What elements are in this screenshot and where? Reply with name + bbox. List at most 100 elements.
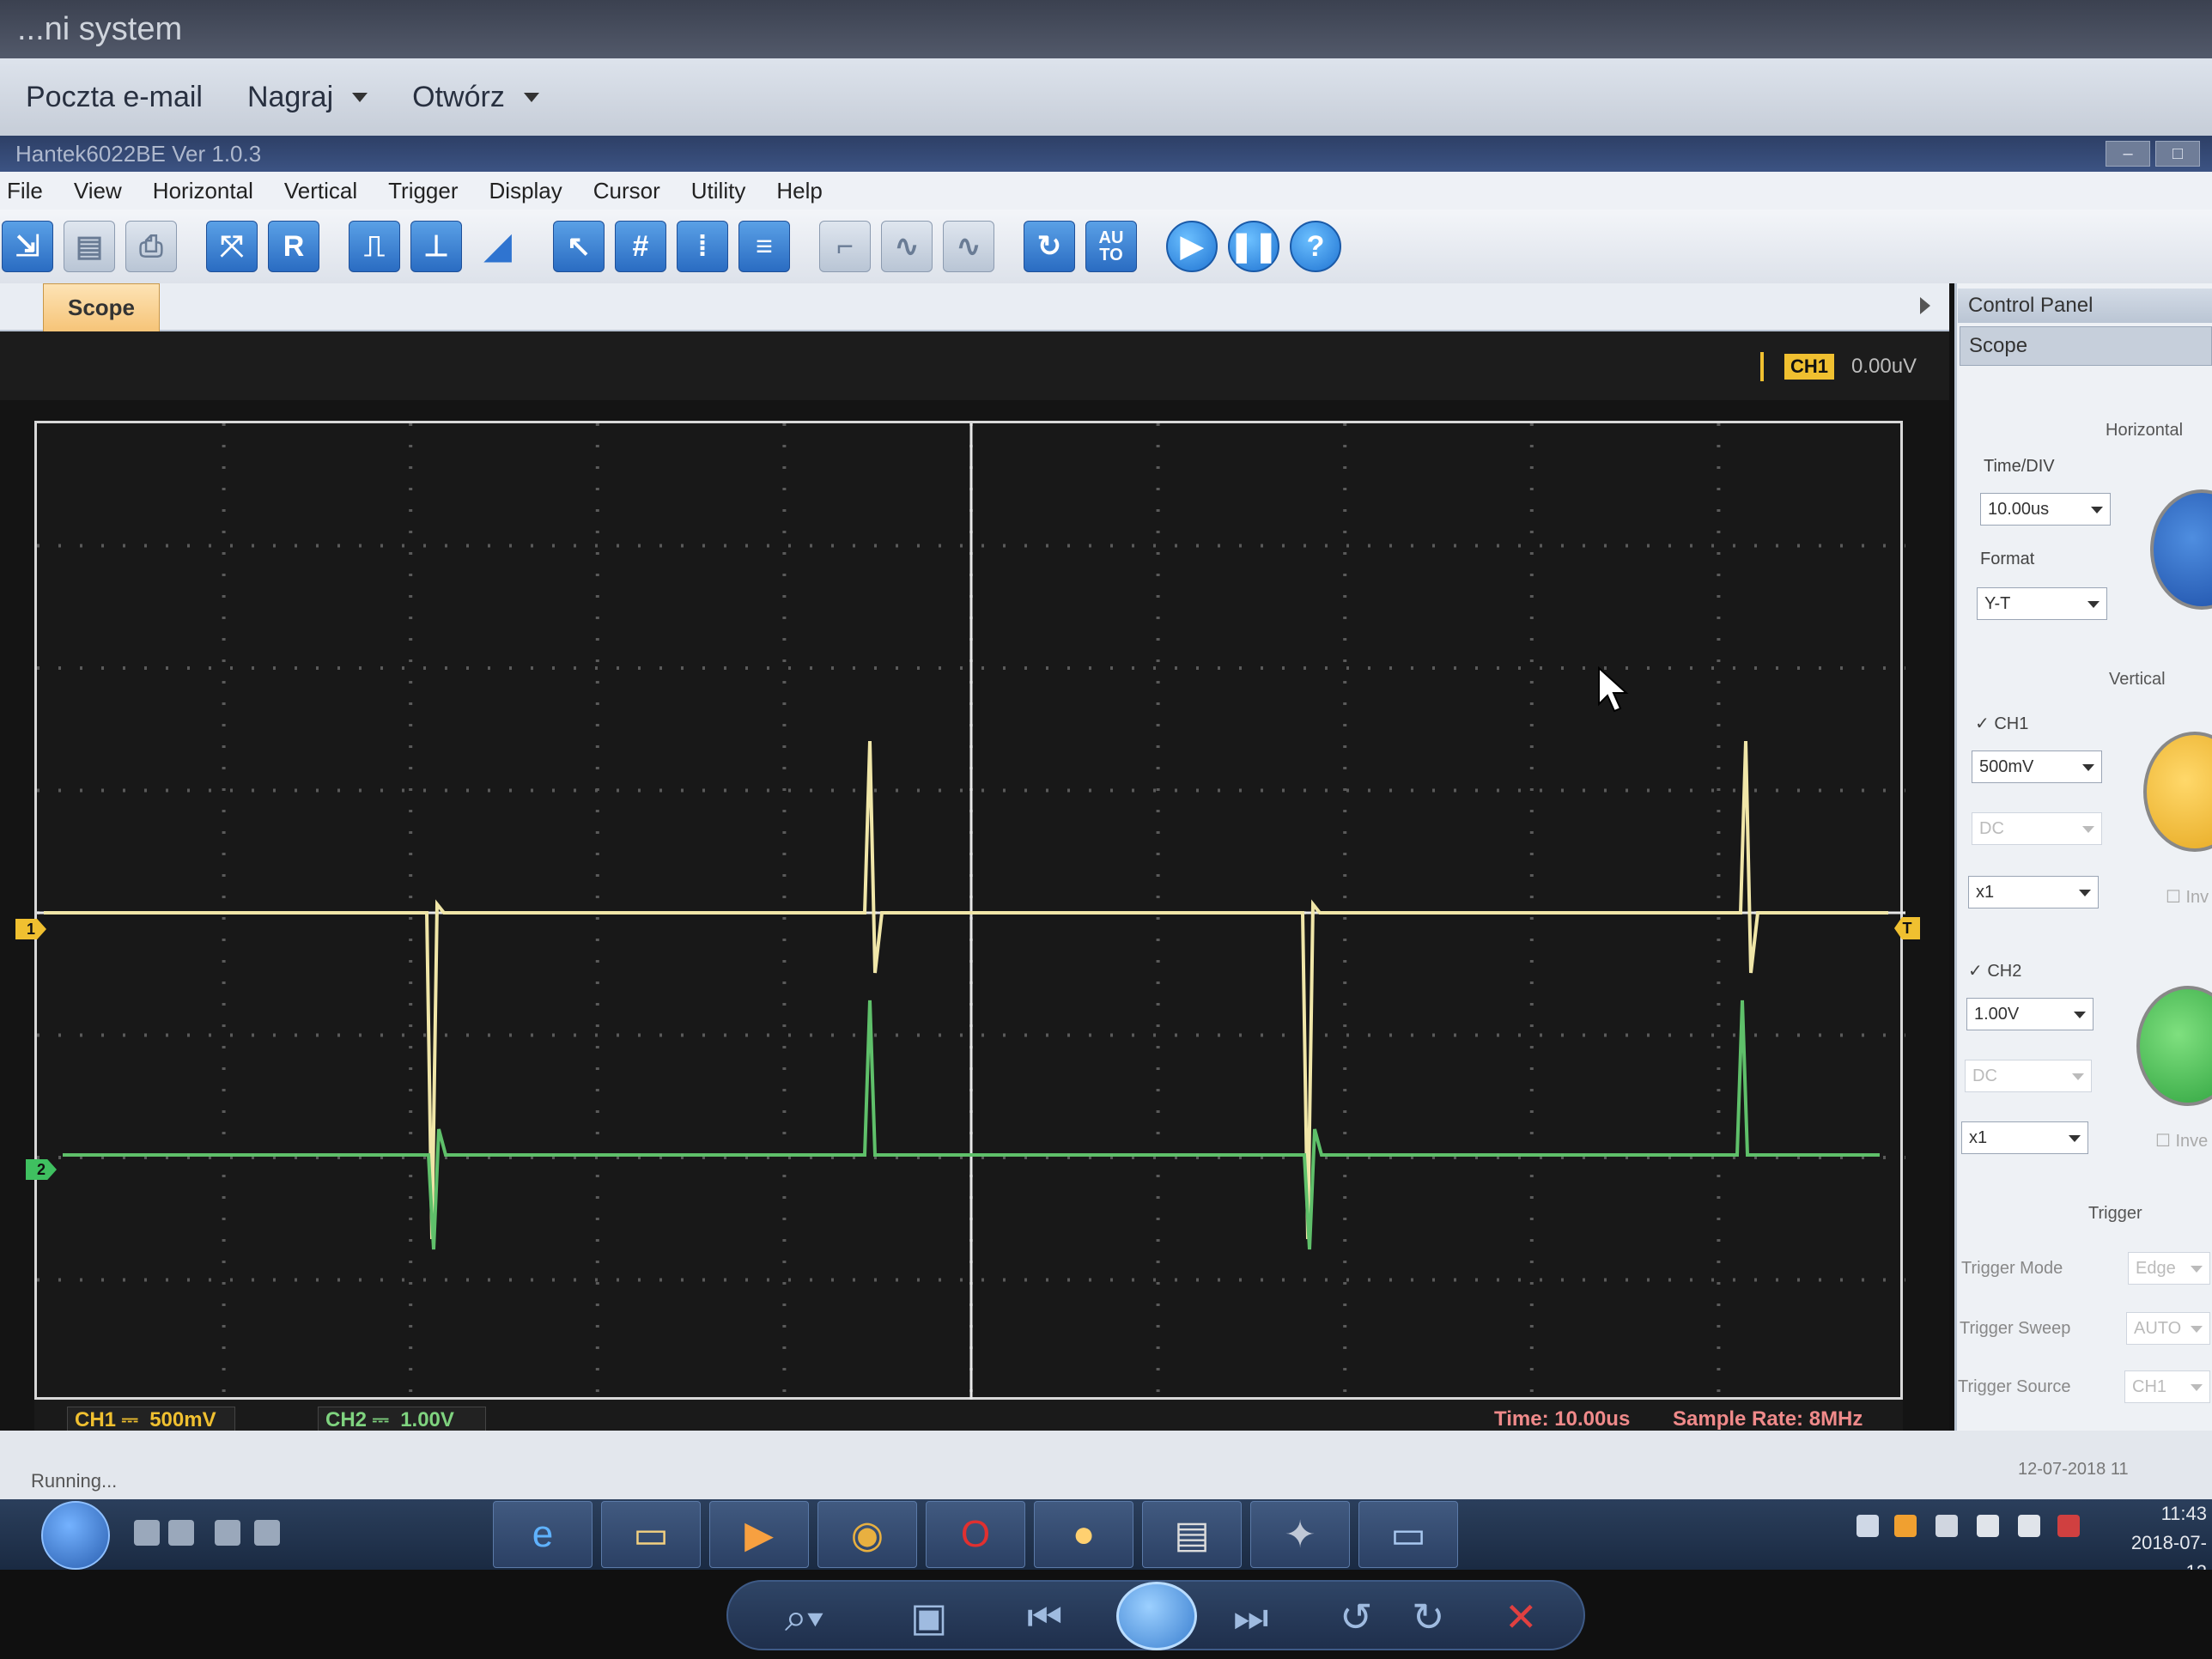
timebase-readout: Time: 10.00us xyxy=(1494,1407,1631,1431)
toolbar: ⇲ ▤ ⎙ ⤧ R ⎍ ⊥ ◢ ↖ # ⁞ ≡ ⌐ ∿ ∿ ↻ AU TO ▶ … xyxy=(0,210,2212,283)
chrome-icon[interactable]: ◉ xyxy=(817,1501,917,1568)
help-icon[interactable]: ? xyxy=(1290,221,1341,272)
pause-icon[interactable]: ❚❚ xyxy=(1228,221,1279,272)
fit-icon[interactable]: ▣ xyxy=(910,1594,947,1640)
ie-icon[interactable]: e xyxy=(493,1501,592,1568)
trigger-source-select[interactable]: CH1 xyxy=(2124,1370,2210,1403)
show-desktop-icon[interactable] xyxy=(215,1520,240,1546)
scope-graticule[interactable] xyxy=(34,421,1905,1402)
ch2-probe-select[interactable]: x1 xyxy=(1961,1121,2088,1154)
ch1-probe-select[interactable]: x1 xyxy=(1968,876,2099,908)
status-date: 12-07-2018 11 xyxy=(2018,1460,2129,1479)
ch2-checkbox[interactable]: ✓ CH2 xyxy=(1968,960,2021,981)
ch2-coupling-select[interactable]: DC xyxy=(1965,1060,2092,1092)
menu-trigger[interactable]: Trigger xyxy=(388,178,458,204)
menu-view[interactable]: View xyxy=(74,178,122,204)
ch2-volts-select[interactable]: 1.00V xyxy=(1966,998,2094,1030)
trigger-mode-select[interactable]: Edge xyxy=(2128,1252,2210,1285)
rotate-right-icon[interactable]: ↻ xyxy=(1412,1594,1445,1640)
ch1-volts-select[interactable]: 500mV xyxy=(1972,750,2102,783)
chevron-down-icon xyxy=(352,92,368,102)
check-icon: ✓ xyxy=(1975,714,1990,733)
ramp-icon[interactable]: ◢ xyxy=(472,221,524,272)
tab-strip xyxy=(0,283,1949,331)
tray-time: 11:43 xyxy=(2160,1503,2207,1524)
app-circle-icon[interactable]: ● xyxy=(1034,1501,1133,1568)
menu-open[interactable]: Otwórz xyxy=(412,81,539,114)
menu-open-label: Otwórz xyxy=(412,80,505,113)
network-icon[interactable] xyxy=(2057,1515,2080,1537)
auto-measure-icon[interactable]: ⤧ xyxy=(206,221,258,272)
ch2-checkbox-label: CH2 xyxy=(1987,962,2022,981)
sine-icon[interactable]: ∿ xyxy=(943,221,994,272)
next-icon[interactable]: ⏭ xyxy=(1233,1594,1268,1642)
refresh-icon[interactable]: ↻ xyxy=(1024,221,1075,272)
menu-utility[interactable]: Utility xyxy=(691,178,746,204)
auto-icon[interactable]: AU TO xyxy=(1085,221,1137,272)
open-icon[interactable]: ⇲ xyxy=(2,221,53,272)
app-menubar: File View Horizontal Vertical Trigger Di… xyxy=(0,172,2212,210)
camera-icon[interactable]: ✦ xyxy=(1250,1501,1350,1568)
maximize-button[interactable]: □ xyxy=(2155,141,2200,167)
menu-email[interactable]: Poczta e-mail xyxy=(26,81,203,114)
trigger-sweep-select[interactable]: AUTO xyxy=(2126,1312,2210,1345)
tray-expand-icon[interactable] xyxy=(1856,1515,1879,1537)
menu-help[interactable]: Help xyxy=(776,178,822,204)
horizontal-section-title: Horizontal xyxy=(2106,421,2184,440)
pulse-icon[interactable]: ⎍ xyxy=(349,221,400,272)
menu-vertical[interactable]: Vertical xyxy=(284,178,357,204)
control-panel-tab-scope[interactable]: Scope xyxy=(1960,326,2212,366)
trigger-mode-label: Trigger Mode xyxy=(1961,1259,2063,1278)
delete-icon[interactable]: ✕ xyxy=(1504,1594,1538,1640)
opera-icon[interactable]: O xyxy=(926,1501,1025,1568)
rotate-left-icon[interactable]: ↺ xyxy=(1340,1594,1373,1640)
ch1-invert-checkbox[interactable]: ☐ Inv xyxy=(2166,886,2209,908)
quick-launch-icon[interactable] xyxy=(254,1520,280,1546)
save-icon[interactable]: ▤ xyxy=(64,221,115,272)
menu-file[interactable]: File xyxy=(7,178,43,204)
tab-scroll-arrow-icon[interactable] xyxy=(1920,297,1930,314)
media-player-icon[interactable]: ▶ xyxy=(709,1501,809,1568)
previous-icon[interactable]: ⏮ xyxy=(1027,1594,1062,1642)
ch2-invert-checkbox[interactable]: ☐ Inve xyxy=(2155,1130,2208,1152)
quick-launch-icon[interactable] xyxy=(168,1520,194,1546)
zoom-icon[interactable]: ⌕▾ xyxy=(785,1594,823,1642)
tab-scope[interactable]: Scope xyxy=(43,283,160,331)
sample-rate-readout: Sample Rate: 8MHz xyxy=(1673,1407,1863,1431)
step-icon[interactable]: ⌐ xyxy=(819,221,871,272)
level-icon[interactable]: ⊥ xyxy=(410,221,462,272)
pointer-icon[interactable]: ↖ xyxy=(553,221,605,272)
run-icon[interactable]: ▶ xyxy=(1166,221,1218,272)
volume-icon[interactable] xyxy=(2018,1515,2040,1537)
menu-email-label: Poczta e-mail xyxy=(26,80,203,113)
menu-horizontal[interactable]: Horizontal xyxy=(153,178,253,204)
tray-app-icon[interactable] xyxy=(1894,1515,1917,1537)
r-icon[interactable]: R xyxy=(268,221,319,272)
waveform-canvas xyxy=(37,423,1905,1402)
vertical-cursor-icon[interactable]: ⁞ xyxy=(677,221,728,272)
wave-icon[interactable]: ∿ xyxy=(881,221,933,272)
start-button[interactable] xyxy=(41,1501,110,1570)
ch1-checkbox-label: CH1 xyxy=(1994,714,2029,733)
menu-cursor[interactable]: Cursor xyxy=(593,178,660,204)
window-controls: – □ xyxy=(2106,141,2200,167)
slideshow-icon[interactable] xyxy=(1116,1582,1197,1650)
scope-header xyxy=(0,331,1949,400)
menu-display[interactable]: Display xyxy=(489,178,562,204)
ch1-coupling-select[interactable]: DC xyxy=(1972,812,2102,845)
quick-launch-icon[interactable] xyxy=(134,1520,160,1546)
minimize-button[interactable]: – xyxy=(2106,141,2150,167)
grid-icon[interactable]: # xyxy=(615,221,666,272)
menu-burn[interactable]: Nagraj xyxy=(247,81,368,114)
explorer-icon[interactable]: ▭ xyxy=(601,1501,701,1568)
ch2-scale-label: CH2 ⎓ xyxy=(325,1408,389,1431)
horizontal-cursor-icon[interactable]: ≡ xyxy=(738,221,790,272)
format-select[interactable]: Y-T xyxy=(1977,587,2107,620)
photo-viewer-task-icon[interactable]: ▭ xyxy=(1358,1501,1458,1568)
hantek-task-icon[interactable]: ▤ xyxy=(1142,1501,1242,1568)
print-icon[interactable]: ⎙ xyxy=(125,221,177,272)
action-center-icon[interactable] xyxy=(1977,1515,1999,1537)
time-div-select[interactable]: 10.00us xyxy=(1980,493,2111,526)
ch1-checkbox[interactable]: ✓ CH1 xyxy=(1975,713,2028,734)
tray-app-icon[interactable] xyxy=(1936,1515,1958,1537)
